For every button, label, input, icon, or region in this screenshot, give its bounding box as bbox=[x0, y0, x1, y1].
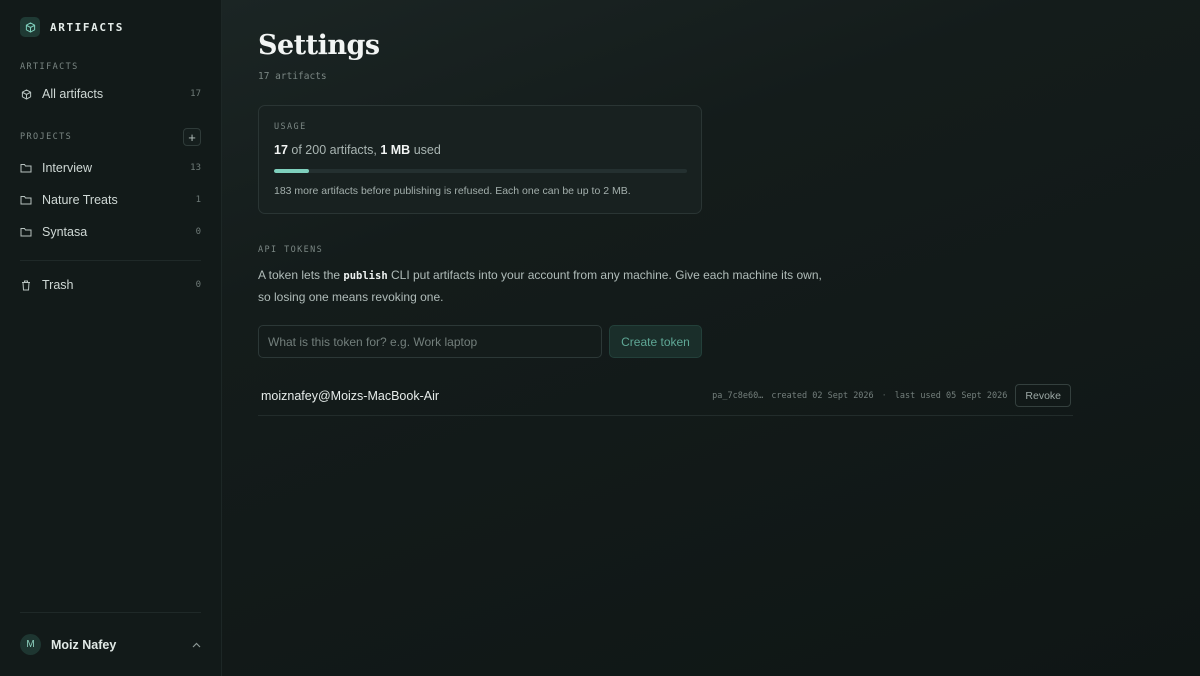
brand[interactable]: ARTIFACTS bbox=[20, 0, 201, 54]
sidebar-item-interview[interactable]: Interview 13 bbox=[20, 152, 201, 184]
sidebar-item-label: Syntasa bbox=[42, 225, 88, 239]
sidebar-item-syntasa[interactable]: Syntasa 0 bbox=[20, 216, 201, 248]
token-name: moiznafey@Moizs-MacBook-Air bbox=[261, 388, 440, 403]
folder-icon bbox=[20, 194, 32, 206]
app-root: ARTIFACTS ARTIFACTS All artifacts 17 PRO… bbox=[0, 0, 1200, 676]
folder-icon bbox=[20, 162, 32, 174]
sidebar-item-label: Nature Treats bbox=[42, 193, 118, 207]
create-token-button[interactable]: Create token bbox=[609, 325, 702, 358]
project-list: Interview 13 Nature Treats 1 Syntasa 0 bbox=[20, 152, 201, 248]
projects-section-header: PROJECTS + bbox=[20, 126, 201, 148]
folder-icon bbox=[20, 226, 32, 238]
page-title: Settings bbox=[258, 30, 380, 61]
token-row: moiznafey@Moizs-MacBook-Air pa_7c8e60… c… bbox=[258, 376, 1073, 416]
user-menu[interactable]: M Moiz Nafey bbox=[20, 612, 201, 676]
usage-progress-fill bbox=[274, 169, 310, 173]
api-tokens-label: API TOKENS bbox=[258, 245, 324, 255]
token-name-input[interactable] bbox=[258, 325, 602, 358]
sidebar-item-all-artifacts[interactable]: All artifacts 17 bbox=[20, 78, 201, 110]
token-last-used: last used 05 Sept 2026 bbox=[894, 390, 1008, 401]
avatar: M bbox=[20, 634, 41, 655]
brand-name: ARTIFACTS bbox=[50, 20, 125, 34]
sidebar-item-label: Trash bbox=[42, 278, 74, 292]
api-tokens-description: A token lets the publish CLI put artifac… bbox=[258, 265, 858, 308]
desc-line1-rest: CLI put artifacts into your account from… bbox=[387, 268, 822, 282]
sidebar-item-count: 13 bbox=[190, 163, 201, 173]
usage-size-suffix: used bbox=[413, 143, 441, 157]
trash-icon bbox=[20, 279, 32, 291]
sidebar-item-label: All artifacts bbox=[42, 87, 104, 101]
desc-code: publish bbox=[343, 270, 388, 282]
usage-summary: 17 of 200 artifacts, 1 MB used bbox=[274, 143, 686, 157]
sidebar-divider bbox=[20, 260, 201, 261]
add-project-button[interactable]: + bbox=[183, 128, 201, 146]
token-meta-separator: · bbox=[881, 390, 887, 401]
sidebar-item-count: 17 bbox=[190, 89, 201, 99]
token-prefix: pa_7c8e60… bbox=[712, 390, 764, 401]
sidebar-item-count: 1 bbox=[195, 195, 201, 205]
sidebar-item-trash[interactable]: Trash 0 bbox=[20, 269, 201, 301]
usage-card: USAGE 17 of 200 artifacts, 1 MB used 183… bbox=[258, 105, 702, 214]
artifacts-section-label: ARTIFACTS bbox=[20, 62, 79, 72]
sidebar-item-label: Interview bbox=[42, 161, 93, 175]
cube-icon bbox=[20, 88, 32, 100]
main-content: Settings 17 artifacts USAGE 17 of 200 ar… bbox=[222, 0, 1200, 676]
revoke-button[interactable]: Revoke bbox=[1015, 384, 1071, 407]
sidebar-item-count: 0 bbox=[195, 227, 201, 237]
desc-prefix: A token lets the bbox=[258, 268, 344, 282]
cube-icon bbox=[20, 17, 40, 37]
usage-size: 1 MB bbox=[380, 143, 411, 157]
page-subtitle: 17 artifacts bbox=[258, 71, 327, 82]
user-name: Moiz Nafey bbox=[51, 637, 117, 652]
usage-note: 183 more artifacts before publishing is … bbox=[274, 185, 631, 197]
chevron-up-icon[interactable] bbox=[192, 640, 201, 650]
desc-line2: so losing one means revoking one. bbox=[258, 290, 444, 304]
usage-progress-bar bbox=[274, 169, 687, 173]
sidebar: ARTIFACTS ARTIFACTS All artifacts 17 PRO… bbox=[0, 0, 222, 676]
sidebar-item-count: 0 bbox=[195, 280, 201, 290]
projects-section-label: PROJECTS bbox=[20, 132, 73, 142]
artifacts-section-header: ARTIFACTS bbox=[20, 56, 201, 78]
usage-of-text: of 200 artifacts, bbox=[291, 143, 377, 157]
usage-count: 17 bbox=[274, 143, 288, 157]
token-created: created 02 Sept 2026 bbox=[771, 390, 874, 401]
sidebar-item-nature-treats[interactable]: Nature Treats 1 bbox=[20, 184, 201, 216]
usage-label: USAGE bbox=[274, 122, 307, 132]
